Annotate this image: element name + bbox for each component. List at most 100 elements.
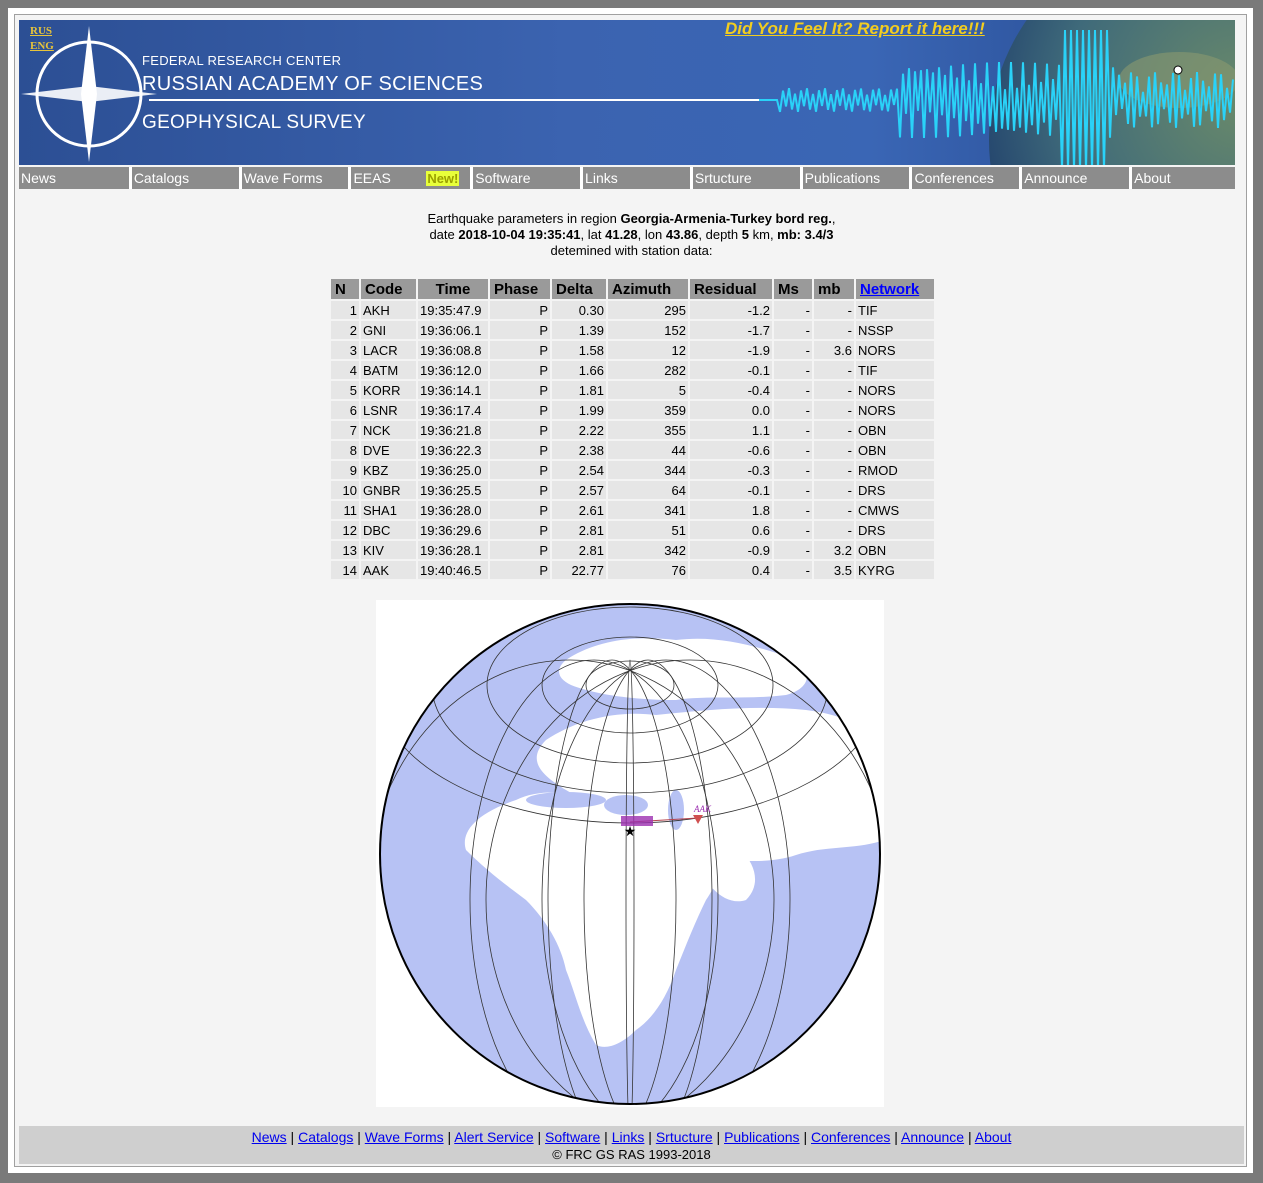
footer-separator: | <box>644 1129 656 1145</box>
epicenter-marker-icon <box>1173 65 1183 75</box>
top-nav: News Catalogs Wave Forms EEAS New! Softw… <box>19 167 1235 189</box>
table-cell: - <box>814 301 854 319</box>
table-cell: 2.54 <box>552 461 606 479</box>
footer-link-announce[interactable]: Announce <box>901 1129 964 1145</box>
footer-link-catalogs[interactable]: Catalogs <box>298 1129 353 1145</box>
table-cell: 1.81 <box>552 381 606 399</box>
table-row: 11 SHA1 19:36:28.0 P 2.61 341 1.8- - CMWS <box>331 501 934 519</box>
footer-link-news[interactable]: News <box>252 1129 287 1145</box>
footer-link-software[interactable]: Software <box>545 1129 600 1145</box>
col-ms: Ms <box>774 279 812 299</box>
table-cell: P <box>490 521 550 539</box>
table-cell: 19:36:29.6 <box>418 521 488 539</box>
table-cell: 9 <box>331 461 359 479</box>
nav-eeas[interactable]: EEAS <box>348 167 426 189</box>
table-cell: NSSP <box>856 321 934 339</box>
summary-line3: detemined with station data: <box>550 243 713 258</box>
table-cell: - <box>814 361 854 379</box>
nav-structure[interactable]: Srtucture <box>689 167 800 189</box>
table-cell: P <box>490 441 550 459</box>
nav-software[interactable]: Software <box>470 167 580 189</box>
footer: News | Catalogs | Wave Forms | Alert Ser… <box>19 1126 1244 1164</box>
nav-links[interactable]: Links <box>580 167 690 189</box>
table-cell: 3.2 <box>814 541 854 559</box>
table-cell: TIF <box>856 301 934 319</box>
nav-news[interactable]: News <box>19 167 129 189</box>
footer-link-srtucture[interactable]: Srtucture <box>656 1129 713 1145</box>
nav-new-badge-cell[interactable]: New! <box>426 167 470 189</box>
table-cell: OBN <box>856 441 934 459</box>
table-cell: - <box>774 301 812 319</box>
table-cell: 8 <box>331 441 359 459</box>
table-cell: DVE <box>361 441 416 459</box>
table-cell: 282 <box>608 361 688 379</box>
nav-catalogs[interactable]: Catalogs <box>128 167 239 189</box>
col-network: Network <box>856 279 934 299</box>
table-cell: 51 <box>608 521 688 539</box>
table-cell: 295 <box>608 301 688 319</box>
station-aak-label: AAK <box>693 804 712 814</box>
table-cell: 19:36:06.1 <box>418 321 488 339</box>
table-cell: 19:36:22.3 <box>418 441 488 459</box>
summary-text: , lat <box>580 227 606 242</box>
table-cell: - <box>774 461 812 479</box>
summary-text: , depth <box>698 227 742 242</box>
table-cell: 12 <box>608 341 688 359</box>
nav-announce[interactable]: Announce <box>1019 167 1129 189</box>
footer-link-wave-forms[interactable]: Wave Forms <box>365 1129 444 1145</box>
table-cell: 2.22 <box>552 421 606 439</box>
table-cell: DRS <box>856 481 934 499</box>
col-n: N <box>331 279 359 299</box>
table-cell: 3 <box>331 341 359 359</box>
table-cell: -0.9 <box>690 541 772 559</box>
nav-about[interactable]: About <box>1129 167 1235 189</box>
page-content: RUS ENG Did You Feel It? Report it here!… <box>14 14 1247 1167</box>
footer-link-links[interactable]: Links <box>612 1129 645 1145</box>
table-cell: -0.3 <box>690 461 772 479</box>
table-row: 1 AKH 19:35:47.9 P 0.30 295 -1.2- - TIF <box>331 301 934 319</box>
nav-wave-forms[interactable]: Wave Forms <box>238 167 349 189</box>
table-cell: P <box>490 301 550 319</box>
footer-separator: | <box>600 1129 612 1145</box>
col-delta: Delta <box>552 279 606 299</box>
col-phase: Phase <box>490 279 550 299</box>
epicenter-map: ★ AAK <box>376 600 884 1107</box>
new-badge[interactable]: New! <box>426 171 460 186</box>
table-cell: OBN <box>856 421 934 439</box>
nav-conferences[interactable]: Conferences <box>909 167 1019 189</box>
did-you-feel-it-link[interactable]: Did You Feel It? Report it here!!! <box>725 20 985 39</box>
table-cell: - <box>774 341 812 359</box>
table-cell: 1.66 <box>552 361 606 379</box>
network-sort-link[interactable]: Network <box>860 281 919 298</box>
table-cell: - <box>774 561 812 579</box>
table-cell: KORR <box>361 381 416 399</box>
table-cell: NORS <box>856 381 934 399</box>
table-row: 12 DBC 19:36:29.6 P 2.81 51 0.6- - DRS <box>331 521 934 539</box>
event-depth: 5 <box>741 227 749 242</box>
lang-rus-link[interactable]: RUS <box>30 25 52 37</box>
footer-link-about[interactable]: About <box>975 1129 1012 1145</box>
footer-link-alert-service[interactable]: Alert Service <box>454 1129 533 1145</box>
table-cell: - <box>774 381 812 399</box>
table-cell: 19:36:21.8 <box>418 421 488 439</box>
table-cell: AAK <box>361 561 416 579</box>
table-row: 6 LSNR 19:36:17.4 P 1.99 359 0.0- - NORS <box>331 401 934 419</box>
table-cell: 76 <box>608 561 688 579</box>
table-cell: P <box>490 381 550 399</box>
summary-text: , <box>831 211 836 226</box>
footer-link-publications[interactable]: Publications <box>724 1129 800 1145</box>
table-cell: KIV <box>361 541 416 559</box>
footer-link-conferences[interactable]: Conferences <box>811 1129 890 1145</box>
table-cell: - <box>814 441 854 459</box>
lang-eng-link[interactable]: ENG <box>30 40 54 52</box>
nav-publications[interactable]: Publications <box>799 167 910 189</box>
table-cell: -1.7 <box>690 321 772 339</box>
table-cell: P <box>490 501 550 519</box>
table-cell: - <box>774 481 812 499</box>
page-frame: RUS ENG Did You Feel It? Report it here!… <box>8 8 1253 1173</box>
table-cell: 0.6 <box>690 521 772 539</box>
col-code: Code <box>361 279 416 299</box>
table-cell: P <box>490 321 550 339</box>
table-cell: LACR <box>361 341 416 359</box>
footer-separator: | <box>353 1129 365 1145</box>
